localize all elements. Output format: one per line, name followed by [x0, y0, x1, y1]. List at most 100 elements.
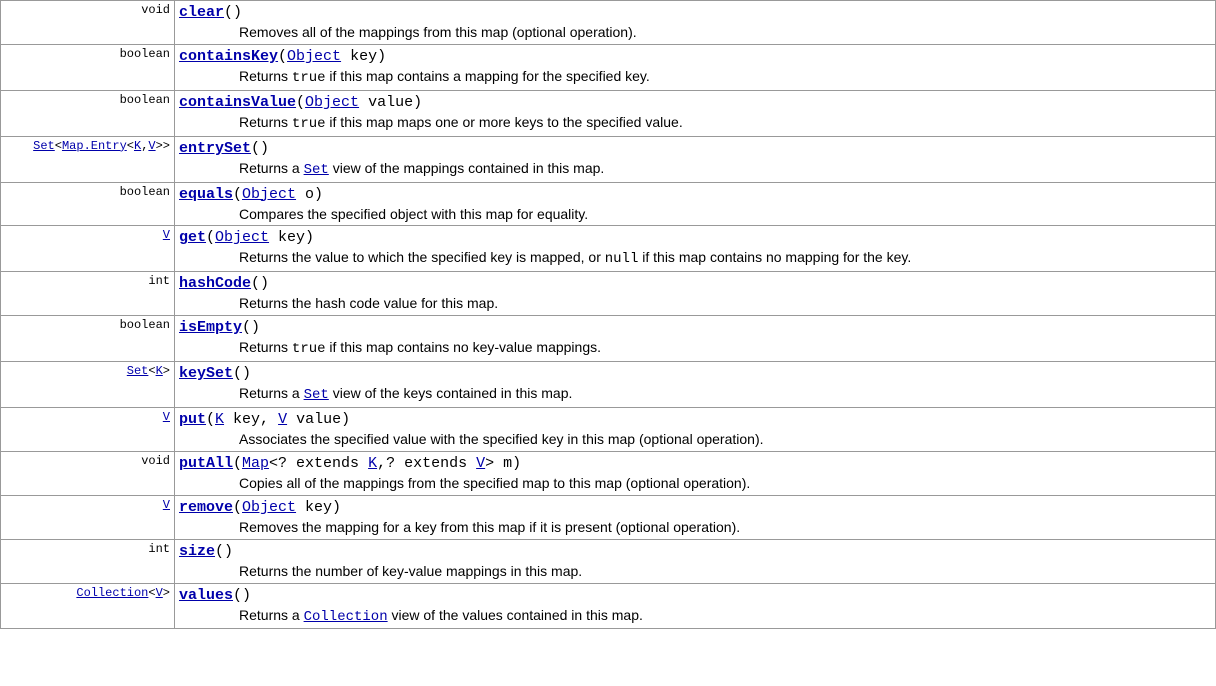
method-params: (K key, V value)	[206, 411, 350, 428]
return-type-cell: V	[1, 495, 175, 539]
method-cell: put(K key, V value)Associates the specif…	[175, 408, 1216, 452]
method-cell: hashCode()Returns the hash code value fo…	[175, 272, 1216, 316]
method-params: ()	[233, 587, 251, 604]
type-link[interactable]: Map.Entry	[62, 139, 127, 153]
return-type-cell: boolean	[1, 182, 175, 226]
method-params: (Object key)	[206, 229, 314, 246]
method-description: Returns a Set view of the keys contained…	[179, 382, 1211, 405]
method-signature: put(K key, V value)	[179, 410, 1211, 428]
code-literal: true	[292, 116, 326, 132]
method-name-link[interactable]: remove	[179, 499, 233, 516]
method-description: Associates the specified value with the …	[179, 428, 1211, 449]
code-literal: true	[292, 341, 326, 357]
method-name-link[interactable]: size	[179, 543, 215, 560]
method-signature: putAll(Map<? extends K,? extends V> m)	[179, 454, 1211, 472]
type-link[interactable]: K	[156, 364, 163, 378]
return-type-cell: void	[1, 1, 175, 45]
code-literal: true	[292, 70, 326, 86]
type-link[interactable]: V	[163, 228, 170, 242]
method-cell: size()Returns the number of key-value ma…	[175, 539, 1216, 583]
type-link[interactable]: Collection	[76, 586, 148, 600]
method-params: ()	[224, 4, 242, 21]
method-params: (Object value)	[296, 94, 422, 111]
method-signature: entrySet()	[179, 139, 1211, 157]
method-cell: values()Returns a Collection view of the…	[175, 583, 1216, 629]
method-cell: containsKey(Object key)Returns true if t…	[175, 44, 1216, 90]
type-link[interactable]: Set	[304, 387, 329, 403]
type-link[interactable]: Object	[242, 499, 296, 516]
method-params: (Object o)	[233, 186, 323, 203]
method-row: Vput(K key, V value)Associates the speci…	[1, 408, 1216, 452]
method-cell: get(Object key)Returns the value to whic…	[175, 226, 1216, 272]
method-params: (Object key)	[233, 499, 341, 516]
method-row: booleancontainsValue(Object value)Return…	[1, 90, 1216, 136]
method-name-link[interactable]: values	[179, 587, 233, 604]
type-link[interactable]: Object	[287, 48, 341, 65]
method-row: intsize()Returns the number of key-value…	[1, 539, 1216, 583]
method-signature: containsKey(Object key)	[179, 47, 1211, 65]
return-type-cell: Set<K>	[1, 362, 175, 408]
type-link[interactable]: K	[134, 139, 141, 153]
method-description: Returns true if this map maps one or mor…	[179, 111, 1211, 134]
type-link[interactable]: K	[215, 411, 224, 428]
method-name-link[interactable]: isEmpty	[179, 319, 242, 336]
type-link[interactable]: Set	[304, 162, 329, 178]
method-signature: remove(Object key)	[179, 498, 1211, 516]
method-signature: values()	[179, 586, 1211, 604]
method-signature: isEmpty()	[179, 318, 1211, 336]
return-type-cell: boolean	[1, 90, 175, 136]
method-name-link[interactable]: get	[179, 229, 206, 246]
type-link[interactable]: Object	[215, 229, 269, 246]
method-name-link[interactable]: putAll	[179, 455, 233, 472]
type-link[interactable]: V	[278, 411, 287, 428]
method-name-link[interactable]: entrySet	[179, 140, 251, 157]
method-summary-table: voidclear()Removes all of the mappings f…	[0, 0, 1216, 629]
method-description: Removes the mapping for a key from this …	[179, 516, 1211, 537]
method-name-link[interactable]: clear	[179, 4, 224, 21]
return-type-cell: Collection<V>	[1, 583, 175, 629]
method-row: booleanequals(Object o)Compares the spec…	[1, 182, 1216, 226]
method-name-link[interactable]: containsKey	[179, 48, 278, 65]
method-row: Set<Map.Entry<K,V>>entrySet()Returns a S…	[1, 136, 1216, 182]
method-cell: clear()Removes all of the mappings from …	[175, 1, 1216, 45]
type-link[interactable]: Set	[33, 139, 55, 153]
method-name-link[interactable]: keySet	[179, 365, 233, 382]
type-link[interactable]: V	[156, 586, 163, 600]
type-link[interactable]: Collection	[304, 609, 388, 625]
method-params: ()	[251, 275, 269, 292]
method-description: Returns the hash code value for this map…	[179, 292, 1211, 313]
method-params: ()	[242, 319, 260, 336]
method-row: Vget(Object key)Returns the value to whi…	[1, 226, 1216, 272]
method-cell: putAll(Map<? extends K,? extends V> m)Co…	[175, 451, 1216, 495]
code-literal: null	[605, 251, 639, 267]
method-cell: equals(Object o)Compares the specified o…	[175, 182, 1216, 226]
method-description: Compares the specified object with this …	[179, 203, 1211, 224]
return-type-cell: int	[1, 272, 175, 316]
method-signature: get(Object key)	[179, 228, 1211, 246]
type-link[interactable]: V	[163, 410, 170, 424]
type-link[interactable]: V	[163, 498, 170, 512]
method-signature: hashCode()	[179, 274, 1211, 292]
type-link[interactable]: Object	[305, 94, 359, 111]
method-name-link[interactable]: hashCode	[179, 275, 251, 292]
method-row: booleancontainsKey(Object key)Returns tr…	[1, 44, 1216, 90]
type-link[interactable]: V	[476, 455, 485, 472]
type-link[interactable]: Object	[242, 186, 296, 203]
method-description: Returns the value to which the specified…	[179, 246, 1211, 269]
type-link[interactable]: V	[148, 139, 155, 153]
method-signature: containsValue(Object value)	[179, 93, 1211, 111]
method-name-link[interactable]: equals	[179, 186, 233, 203]
type-link[interactable]: Set	[127, 364, 149, 378]
method-cell: keySet()Returns a Set view of the keys c…	[175, 362, 1216, 408]
method-description: Removes all of the mappings from this ma…	[179, 21, 1211, 42]
method-cell: remove(Object key)Removes the mapping fo…	[175, 495, 1216, 539]
return-type-cell: V	[1, 226, 175, 272]
method-params: (Map<? extends K,? extends V> m)	[233, 455, 521, 472]
type-link[interactable]: K	[368, 455, 377, 472]
method-row: Vremove(Object key)Removes the mapping f…	[1, 495, 1216, 539]
return-type-cell: Set<Map.Entry<K,V>>	[1, 136, 175, 182]
method-name-link[interactable]: put	[179, 411, 206, 428]
method-description: Copies all of the mappings from the spec…	[179, 472, 1211, 493]
method-name-link[interactable]: containsValue	[179, 94, 296, 111]
type-link[interactable]: Map	[242, 455, 269, 472]
